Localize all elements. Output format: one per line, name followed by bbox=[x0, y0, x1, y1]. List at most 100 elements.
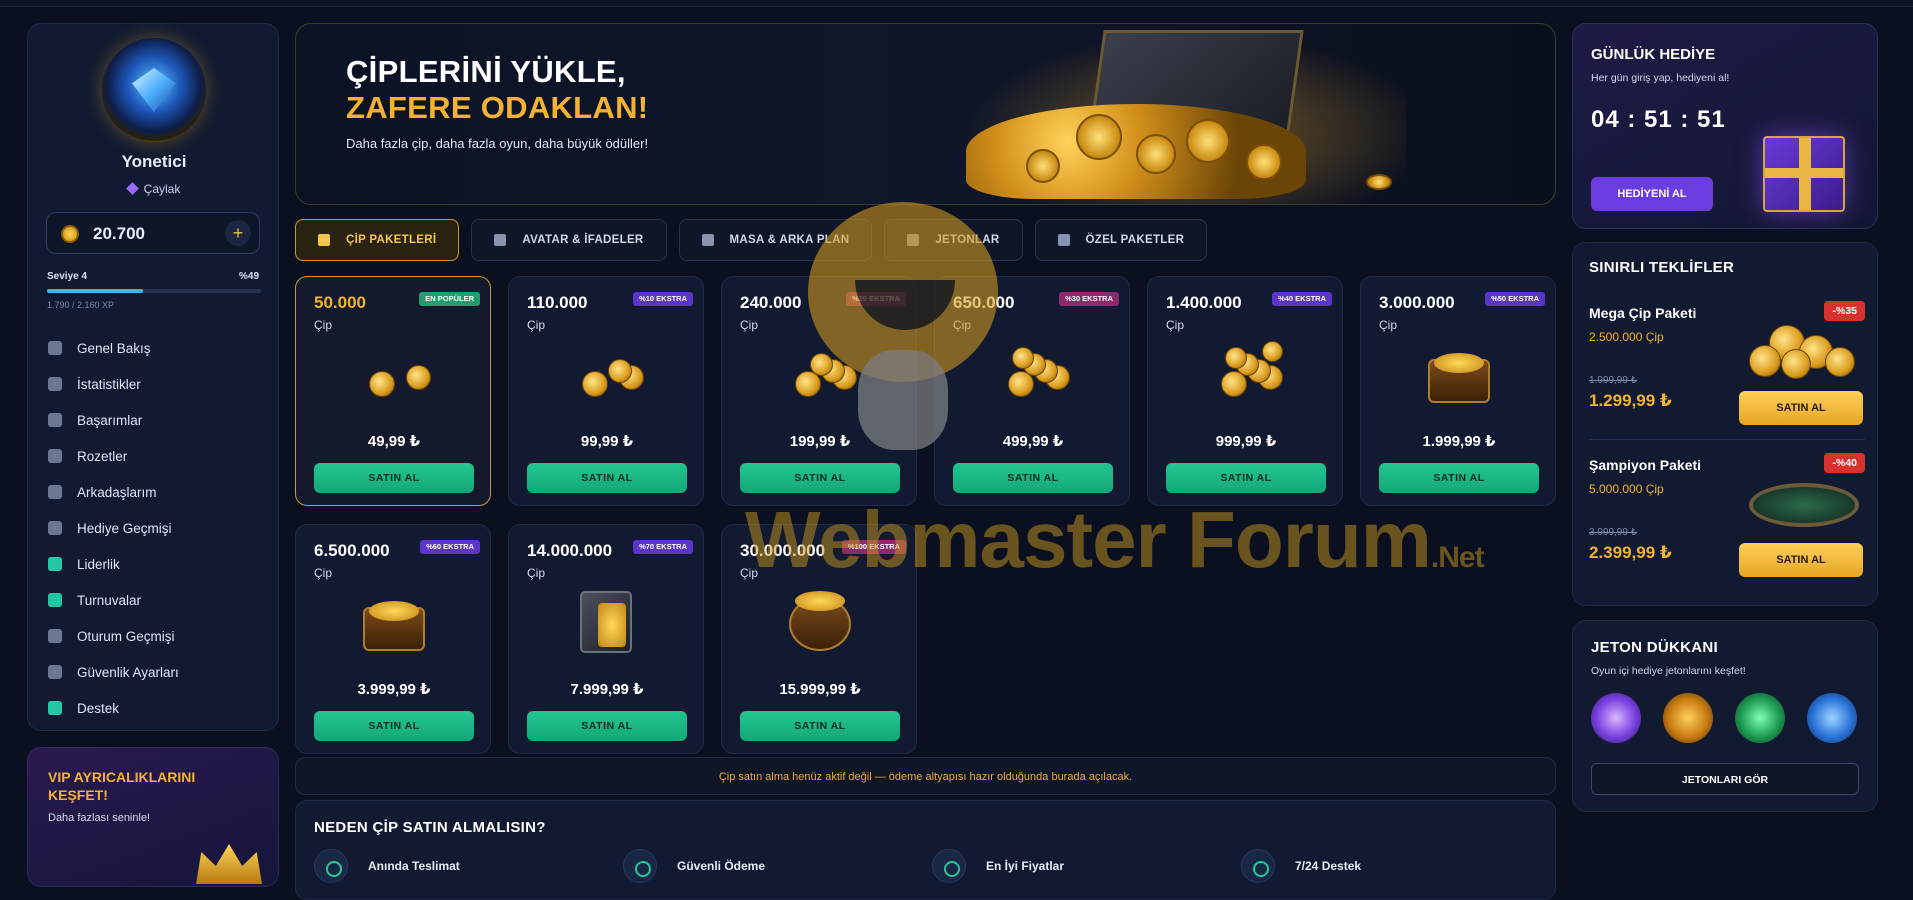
tab-3[interactable]: MASA & ARKA PLAN bbox=[678, 219, 873, 261]
feature-label: Güvenli Ödeme bbox=[677, 859, 766, 873]
chip-package-card: 30.000.000 Çip %100 EKSTRA 15.999,99 ₺ SATIN… bbox=[721, 524, 917, 754]
sidebar-item-4[interactable]: Rozetler bbox=[46, 438, 266, 474]
tab-icon bbox=[1057, 234, 1070, 246]
offer-name: Mega Çip Paketi bbox=[1589, 305, 1697, 321]
bonus-badge: %100 EKSTRA bbox=[841, 540, 906, 554]
coin-token-icon[interactable] bbox=[1663, 693, 1713, 743]
history-icon bbox=[48, 629, 62, 643]
gold-coin bbox=[1076, 114, 1122, 160]
package-amount: 110.000 bbox=[527, 293, 588, 312]
buy-package-button[interactable]: SATIN AL bbox=[314, 711, 474, 741]
buy-package-button[interactable]: SATIN AL bbox=[314, 463, 474, 493]
feature-secure-payment: Güvenli Ödeme bbox=[623, 849, 765, 883]
sidebar-item-3[interactable]: Başarımlar bbox=[46, 402, 266, 438]
coin-stack-image bbox=[998, 343, 1070, 405]
bonus-badge: %50 EKSTRA bbox=[1485, 292, 1545, 306]
sidebar-item-label: Başarımlar bbox=[77, 412, 143, 428]
sidebar-item-10[interactable]: Güvenlik Ayarları bbox=[46, 654, 266, 690]
package-price: 999,99 ₺ bbox=[1215, 433, 1277, 450]
offer-name: Şampiyon Paketi bbox=[1589, 457, 1702, 473]
xp-progress-bar bbox=[47, 289, 261, 293]
hero-title-line1: ÇİPLERİNİ YÜKLE, bbox=[346, 54, 626, 89]
sidebar-item-2[interactable]: İstatistikler bbox=[46, 366, 266, 402]
package-price: 15.999,99 ₺ bbox=[779, 681, 861, 698]
top-bar bbox=[0, 0, 1913, 7]
gold-vault-image bbox=[785, 591, 855, 653]
buy-package-button[interactable]: SATIN AL bbox=[740, 463, 900, 493]
package-unit: Çip bbox=[740, 318, 759, 332]
divider bbox=[1589, 439, 1865, 440]
chip-package-card: 650.000 Çip %30 EKSTRA 499,99 ₺ SATIN AL bbox=[934, 276, 1130, 506]
xp-text: 1.790 / 2.160 XP bbox=[47, 300, 115, 310]
buy-package-button[interactable]: SATIN AL bbox=[527, 463, 687, 493]
chip-balance: 20.700 + bbox=[46, 212, 260, 254]
sidebar-item-9[interactable]: Oturum Geçmişi bbox=[46, 618, 266, 654]
coin-stack-image bbox=[785, 343, 857, 405]
package-amount: 650.000 bbox=[953, 293, 1015, 312]
package-unit: Çip bbox=[314, 566, 333, 580]
coin-stack-image bbox=[1211, 341, 1283, 405]
tab-4[interactable]: JETONLAR bbox=[884, 219, 1023, 261]
why-buy-section: NEDEN ÇİP SATIN ALMALISIN? Anında Teslim… bbox=[295, 800, 1556, 900]
hero-banner: ÇİPLERİNİ YÜKLE, ZAFERE ODAKLAN! Daha fa… bbox=[295, 23, 1556, 205]
tab-1[interactable]: ÇİP PAKETLERİ bbox=[295, 219, 460, 261]
buy-package-button[interactable]: SATIN AL bbox=[1166, 463, 1326, 493]
sidebar-item-6[interactable]: Hediye Geçmişi bbox=[46, 510, 266, 546]
old-price: 1.999,99 ₺ bbox=[1589, 375, 1638, 386]
package-price: 99,99 ₺ bbox=[580, 433, 634, 450]
offer-mega-chip: Mega Çip Paketi 2.500.000 Çip -%35 1.999… bbox=[1589, 301, 1865, 441]
package-amount: 1.400.000 bbox=[1166, 293, 1242, 312]
feature-instant-delivery: Anında Teslimat bbox=[314, 849, 460, 883]
package-amount: 30.000.000 bbox=[740, 541, 826, 560]
package-price: 49,99 ₺ bbox=[367, 433, 421, 450]
hero-title: ÇİPLERİNİ YÜKLE, ZAFERE ODAKLAN! bbox=[346, 54, 648, 126]
dashboard-icon bbox=[48, 341, 62, 355]
buy-package-button[interactable]: SATIN AL bbox=[1379, 463, 1539, 493]
sidebar-item-5[interactable]: Arkadaşlarım bbox=[46, 474, 266, 510]
star-token-icon[interactable] bbox=[1807, 693, 1857, 743]
tab-5[interactable]: ÖZEL PAKETLER bbox=[1034, 219, 1208, 261]
clock-icon bbox=[314, 849, 348, 883]
vip-title: VIP AYRICALIKLARINI KEŞFET! bbox=[48, 769, 196, 803]
clover-token-icon[interactable] bbox=[1735, 693, 1785, 743]
old-price: 3.999,99 ₺ bbox=[1589, 527, 1638, 538]
shield-check-icon bbox=[623, 849, 657, 883]
why-buy-title: NEDEN ÇİP SATIN ALMALISIN? bbox=[314, 819, 546, 836]
sidebar-item-8[interactable]: Turnuvalar bbox=[46, 582, 266, 618]
package-unit: Çip bbox=[740, 566, 759, 580]
diamond-token-icon[interactable] bbox=[1591, 693, 1641, 743]
lock-icon bbox=[48, 665, 62, 679]
username: Yonetici bbox=[121, 152, 187, 171]
tab-label: ÖZEL PAKETLER bbox=[1085, 234, 1185, 246]
crown-icon bbox=[196, 844, 262, 884]
buy-package-button[interactable]: SATIN AL bbox=[740, 711, 900, 741]
package-price: 3.999,99 ₺ bbox=[357, 681, 431, 698]
chart-icon bbox=[48, 377, 62, 391]
daily-gift-subtitle: Her gün giriş yap, hediyeni al! bbox=[1591, 72, 1730, 84]
buy-offer-button[interactable]: SATIN AL bbox=[1739, 391, 1863, 425]
sidebar-item-7[interactable]: Liderlik bbox=[46, 546, 266, 582]
buy-offer-button[interactable]: SATIN AL bbox=[1739, 543, 1863, 577]
sidebar-item-label: Arkadaşlarım bbox=[77, 484, 157, 500]
vip-promo-card[interactable]: VIP AYRICALIKLARINI KEŞFET! Daha fazlası… bbox=[27, 747, 279, 887]
buy-package-button[interactable]: SATIN AL bbox=[527, 711, 687, 741]
buy-package-button[interactable]: SATIN AL bbox=[953, 463, 1113, 493]
claim-gift-button[interactable]: HEDİYENİ AL bbox=[1591, 177, 1713, 211]
package-amount: 6.500.000 bbox=[314, 541, 390, 560]
view-tokens-button[interactable]: JETONLARI GÖR bbox=[1591, 763, 1859, 795]
cup-icon bbox=[48, 593, 62, 607]
tag-icon bbox=[932, 849, 966, 883]
bonus-badge: %60 EKSTRA bbox=[420, 540, 480, 554]
tab-2[interactable]: AVATAR & İFADELER bbox=[471, 219, 667, 261]
package-price: 199,99 ₺ bbox=[789, 433, 851, 450]
avatar[interactable] bbox=[102, 38, 206, 142]
sidebar-item-label: Oturum Geçmişi bbox=[77, 628, 175, 644]
profile-sidebar: Yonetici Çaylak 20.700 + Seviye 4 %49 1.… bbox=[27, 23, 279, 731]
feature-best-prices: En İyi Fiyatlar bbox=[932, 849, 1064, 883]
add-chips-button[interactable]: + bbox=[225, 220, 251, 246]
sidebar-item-label: Destek bbox=[77, 700, 120, 716]
bonus-badge: %70 EKSTRA bbox=[633, 540, 693, 554]
package-unit: Çip bbox=[527, 318, 546, 332]
sidebar-item-11[interactable]: Destek bbox=[46, 690, 266, 726]
sidebar-item-1[interactable]: Genel Bakış bbox=[46, 330, 266, 366]
